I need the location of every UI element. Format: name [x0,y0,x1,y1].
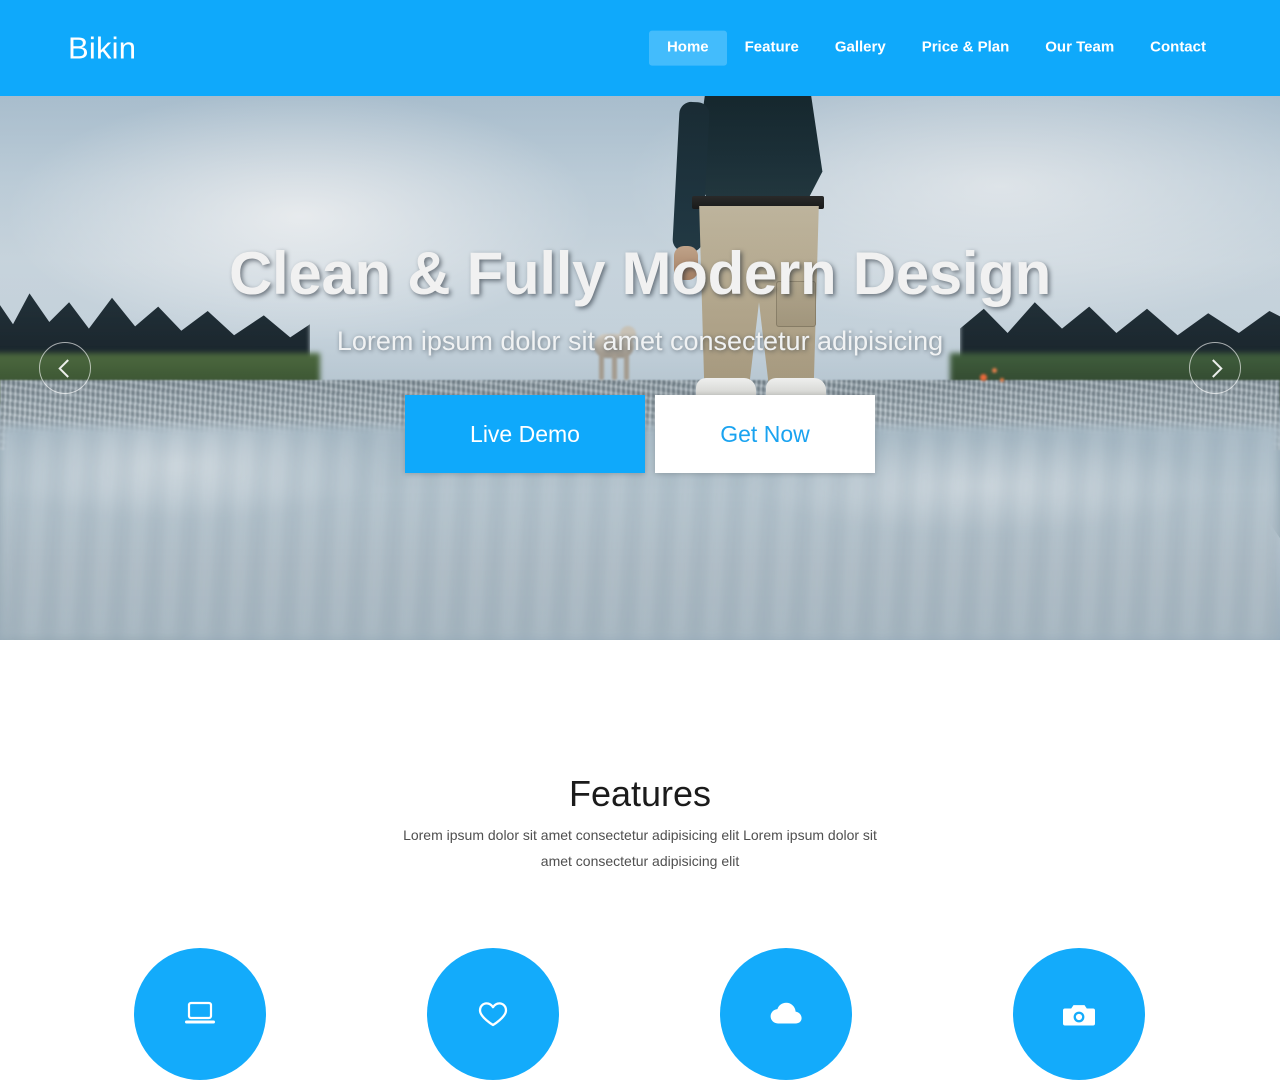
live-demo-button[interactable]: Live Demo [405,395,645,474]
features-section: Features Lorem ipsum dolor sit amet cons… [0,640,1280,1080]
features-heading: Features [568,773,712,814]
features-description: Lorem ipsum dolor sit amet consectetur a… [403,827,877,869]
heart-icon [476,999,510,1029]
hero-subtitle: Lorem ipsum dolor sit amet consectetur a… [336,326,944,356]
hero-content: Clean & Fully Modern Design Lorem ipsum … [0,96,1280,640]
carousel-prev-button[interactable] [39,342,91,394]
feature-icon-circle[interactable] [1013,948,1145,1080]
nav-item-our-team[interactable]: Our Team [1027,31,1132,66]
laptop-icon [183,999,217,1029]
feature-icon-circle[interactable] [427,948,559,1080]
feature-icon-circle[interactable] [134,948,266,1080]
site-header: Bikin Home Feature Gallery Price & Plan Our … [0,0,1280,96]
nav-item-price-plan[interactable]: Price & Plan [904,31,1028,66]
get-now-button[interactable]: Get Now [655,395,875,474]
feature-card-list [0,948,1280,1080]
hero-title: Clean & Fully Modern Design [229,240,1051,307]
chevron-left-icon [57,358,77,378]
nav-item-contact[interactable]: Contact [1132,31,1224,66]
nav-item-home[interactable]: Home [648,30,727,66]
hero-action-buttons: Live Demo Get Now [405,395,875,474]
feature-card-camera [1013,948,1145,1080]
feature-card-cloud [720,948,852,1080]
carousel-next-button[interactable] [1189,342,1241,394]
chevron-right-icon [1203,358,1223,378]
nav-item-feature[interactable]: Feature [727,31,817,66]
main-nav: Home Feature Gallery Price & Plan Our Team Co… [648,30,1224,66]
feature-card-heart [427,948,559,1080]
feature-icon-circle[interactable] [720,948,852,1080]
brand-logo[interactable]: Bikin [68,33,136,64]
hero-carousel: Clean & Fully Modern Design Lorem ipsum … [0,96,1280,640]
nav-item-gallery[interactable]: Gallery [817,31,904,66]
feature-card-laptop [134,948,266,1080]
